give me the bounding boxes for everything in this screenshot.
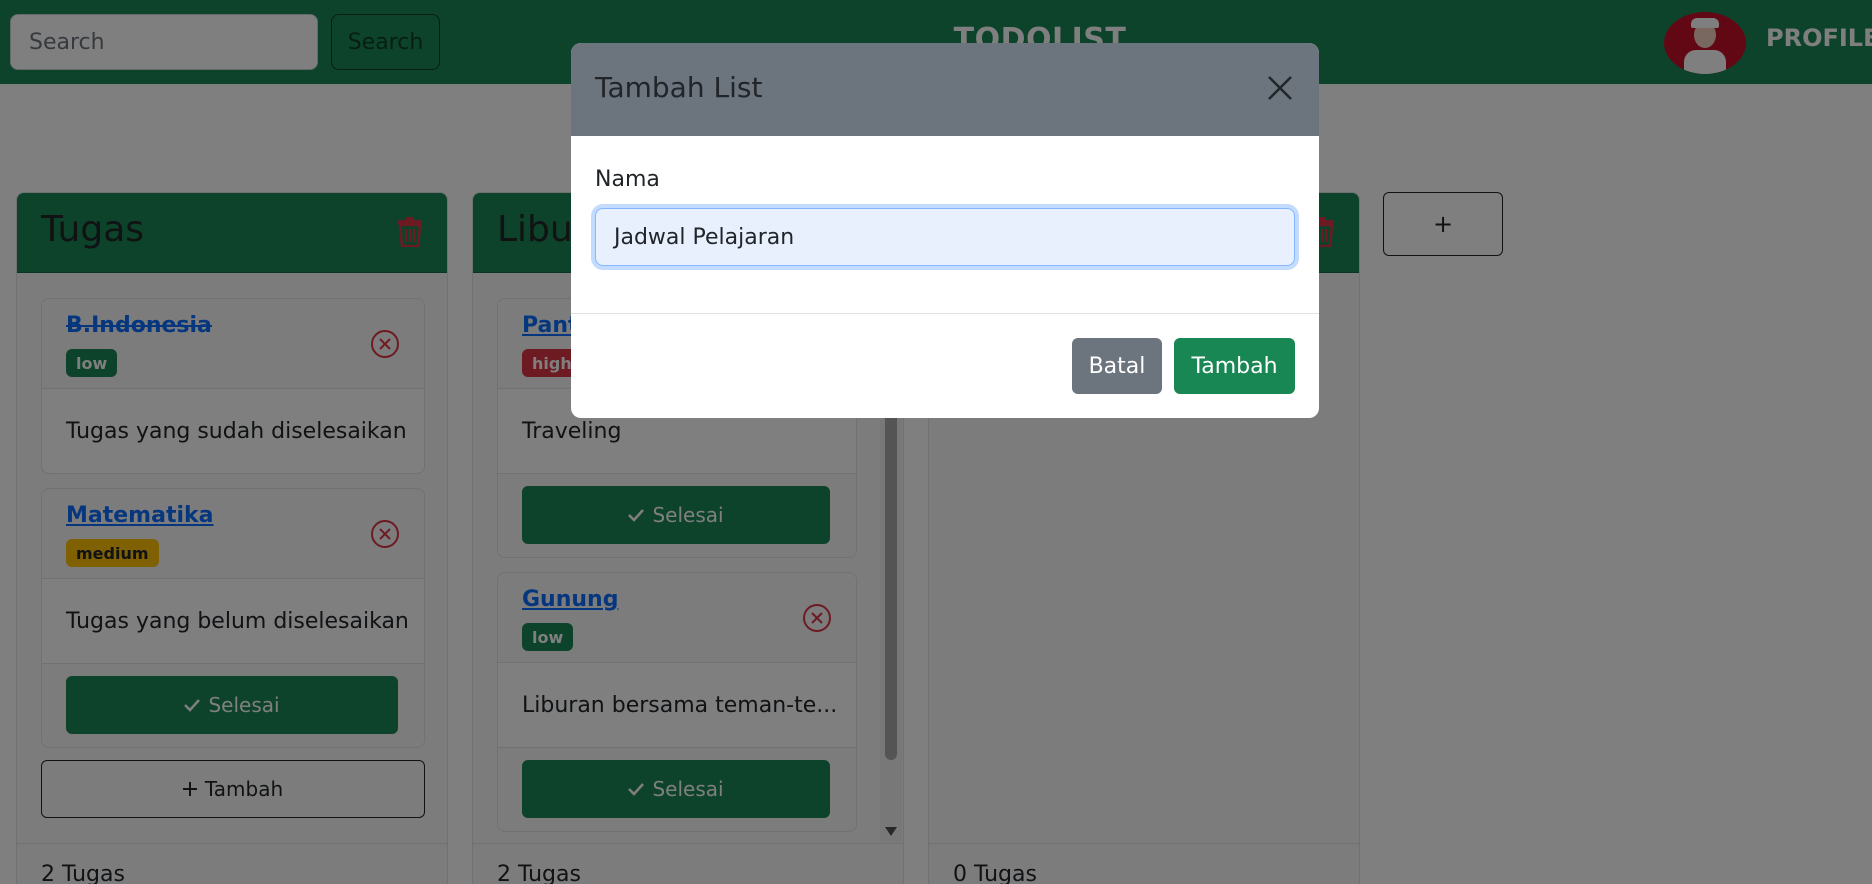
modal-divider xyxy=(571,313,1319,314)
name-input[interactable]: Jadwal Pelajaran xyxy=(595,208,1295,266)
modal-header: Tambah List xyxy=(571,43,1319,136)
cancel-button[interactable]: Batal xyxy=(1072,338,1162,394)
submit-button[interactable]: Tambah xyxy=(1174,338,1295,394)
name-field-label: Nama xyxy=(595,167,660,192)
close-icon[interactable] xyxy=(1265,73,1295,103)
add-list-modal: Tambah List Nama Jadwal Pelajaran Batal … xyxy=(571,43,1319,418)
modal-title: Tambah List xyxy=(595,71,763,104)
